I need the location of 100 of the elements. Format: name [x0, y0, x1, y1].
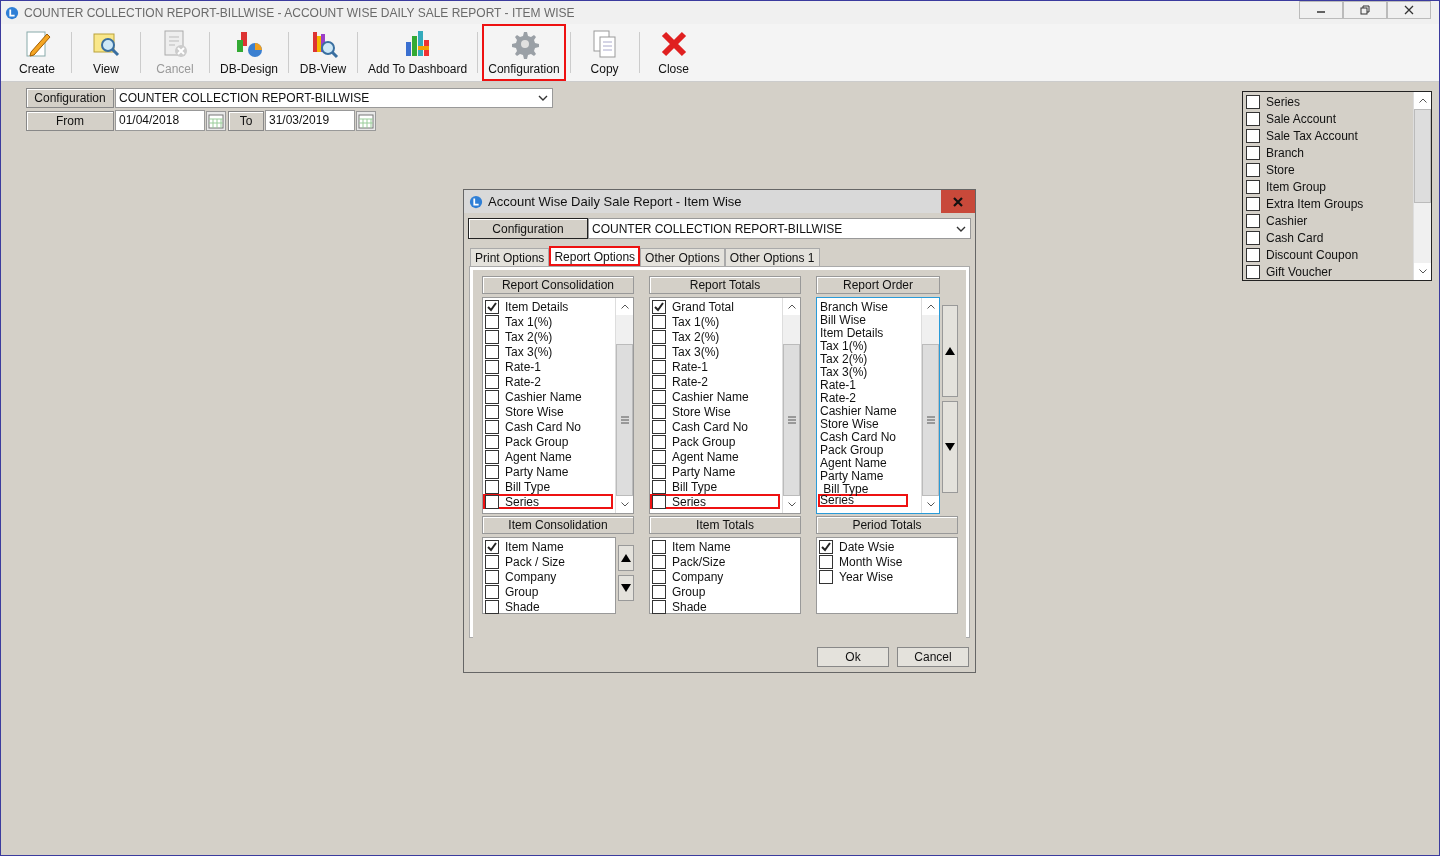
move-down-button[interactable]	[942, 401, 958, 493]
checkbox[interactable]	[652, 404, 666, 419]
move-down-button[interactable]	[618, 575, 634, 601]
option-item[interactable]: Shade	[650, 599, 798, 614]
restore-button[interactable]	[1343, 1, 1387, 19]
option-item[interactable]: Agent Name	[483, 449, 613, 464]
checkbox[interactable]	[652, 464, 666, 479]
option-item[interactable]: Pack Group	[483, 434, 613, 449]
move-up-button[interactable]	[942, 305, 958, 397]
option-item[interactable]: Item Name	[650, 539, 798, 554]
option-item[interactable]: Party Name	[650, 464, 780, 479]
checkbox[interactable]	[1246, 230, 1260, 245]
tab[interactable]: Report Options	[549, 246, 641, 266]
order-item[interactable]: Branch Wise	[818, 299, 908, 312]
checkbox[interactable]	[485, 314, 499, 329]
checkbox[interactable]	[652, 479, 666, 494]
checkbox[interactable]	[1246, 145, 1260, 160]
checkbox[interactable]	[485, 584, 499, 599]
option-item[interactable]: Store Wise	[650, 404, 780, 419]
option-item[interactable]: Cash Card No	[650, 419, 780, 434]
option-item[interactable]: Date Wsie	[817, 539, 955, 554]
configuration-dropdown[interactable]: COUNTER COLLECTION REPORT-BILLWISE	[115, 88, 553, 108]
chevron-down-icon[interactable]	[620, 502, 629, 507]
filter-item[interactable]: Series	[1246, 93, 1410, 110]
chevron-down-icon[interactable]	[1418, 269, 1427, 274]
to-date-field[interactable]: 31/03/2019	[265, 110, 355, 131]
chevron-down-icon[interactable]	[787, 502, 796, 507]
checkbox[interactable]	[485, 329, 499, 344]
filter-item[interactable]: Discount Coupon	[1246, 246, 1410, 263]
calendar-button[interactable]	[356, 110, 376, 131]
checkbox[interactable]	[1246, 264, 1260, 279]
tab[interactable]: Other Options	[640, 248, 725, 266]
tab[interactable]: Other Options 1	[724, 248, 820, 266]
scrollbar[interactable]	[782, 298, 800, 513]
chevron-down-icon[interactable]	[926, 502, 935, 507]
checkbox[interactable]	[485, 359, 499, 374]
order-item[interactable]: Tax 1(%)	[818, 338, 908, 351]
checkbox[interactable]	[652, 389, 666, 404]
checkbox[interactable]	[1246, 213, 1260, 228]
filter-item[interactable]: Sale Tax Account	[1246, 127, 1410, 144]
dialog-button[interactable]: Ok	[817, 647, 889, 667]
checkbox[interactable]	[652, 539, 666, 554]
option-item[interactable]: Series	[483, 494, 613, 509]
option-item[interactable]: Series	[650, 494, 780, 509]
tab[interactable]: Print Options	[470, 248, 550, 266]
checkbox[interactable]	[652, 329, 666, 344]
chevron-up-icon[interactable]	[926, 304, 935, 309]
order-item[interactable]: Item Details	[818, 325, 908, 338]
checkbox[interactable]	[485, 569, 499, 584]
checkbox[interactable]	[652, 359, 666, 374]
dialog-button[interactable]: Cancel	[897, 647, 969, 667]
calendar-button[interactable]	[206, 110, 226, 131]
checkbox[interactable]	[652, 554, 666, 569]
checkbox[interactable]	[652, 599, 666, 614]
option-item[interactable]: Rate-2	[650, 374, 780, 389]
checkbox[interactable]	[652, 434, 666, 449]
option-item[interactable]: Month Wise	[817, 554, 955, 569]
checkbox[interactable]	[1246, 94, 1260, 109]
close-button[interactable]	[941, 190, 975, 213]
chevron-up-icon[interactable]	[620, 304, 629, 309]
order-item[interactable]: Cash Card No	[818, 429, 908, 442]
filter-item[interactable]: Store	[1246, 161, 1410, 178]
filter-item[interactable]: Gift Voucher	[1246, 263, 1410, 280]
checkbox[interactable]	[485, 389, 499, 404]
checkbox[interactable]	[485, 479, 499, 494]
order-item[interactable]: Bill Wise	[818, 312, 908, 325]
option-item[interactable]: Rate-1	[650, 359, 780, 374]
option-item[interactable]: Year Wise	[817, 569, 955, 584]
checkbox[interactable]	[1246, 162, 1260, 177]
filter-item[interactable]: Sale Account	[1246, 110, 1410, 127]
option-item[interactable]: Rate-1	[483, 359, 613, 374]
toolbar-button[interactable]: Copy	[574, 24, 635, 81]
toolbar-button[interactable]: Configuration	[482, 24, 566, 81]
checkbox[interactable]	[1246, 128, 1260, 143]
checkbox[interactable]	[819, 539, 833, 554]
toolbar-button[interactable]: Add To Dashboard	[362, 24, 474, 81]
option-item[interactable]: Tax 3(%)	[650, 344, 780, 359]
checkbox[interactable]	[819, 554, 833, 569]
from-date-field[interactable]: 01/04/2018	[115, 110, 205, 131]
option-item[interactable]: Group	[483, 584, 613, 599]
option-item[interactable]: Company	[650, 569, 798, 584]
checkbox[interactable]	[1246, 247, 1260, 262]
option-item[interactable]: Cashier Name	[650, 389, 780, 404]
option-item[interactable]: Tax 3(%)	[483, 344, 613, 359]
move-up-button[interactable]	[618, 545, 634, 571]
order-item[interactable]: Cashier Name	[818, 403, 908, 416]
toolbar-button[interactable]: DB-View	[293, 24, 354, 81]
filter-item[interactable]: Cashier	[1246, 212, 1410, 229]
toolbar-button[interactable]: Create	[7, 24, 67, 81]
checkbox[interactable]	[1246, 196, 1260, 211]
toolbar-button[interactable]: DB-Design	[214, 24, 285, 81]
order-item[interactable]: Pack Group	[818, 442, 908, 455]
configuration-dropdown[interactable]: COUNTER COLLECTION REPORT-BILLWISE	[588, 218, 971, 239]
option-item[interactable]: Tax 1(%)	[650, 314, 780, 329]
checkbox[interactable]	[652, 344, 666, 359]
checkbox[interactable]	[485, 374, 499, 389]
option-item[interactable]: Rate-2	[483, 374, 613, 389]
option-item[interactable]: Bill Type	[483, 479, 613, 494]
checkbox[interactable]	[485, 419, 499, 434]
option-item[interactable]: Store Wise	[483, 404, 613, 419]
